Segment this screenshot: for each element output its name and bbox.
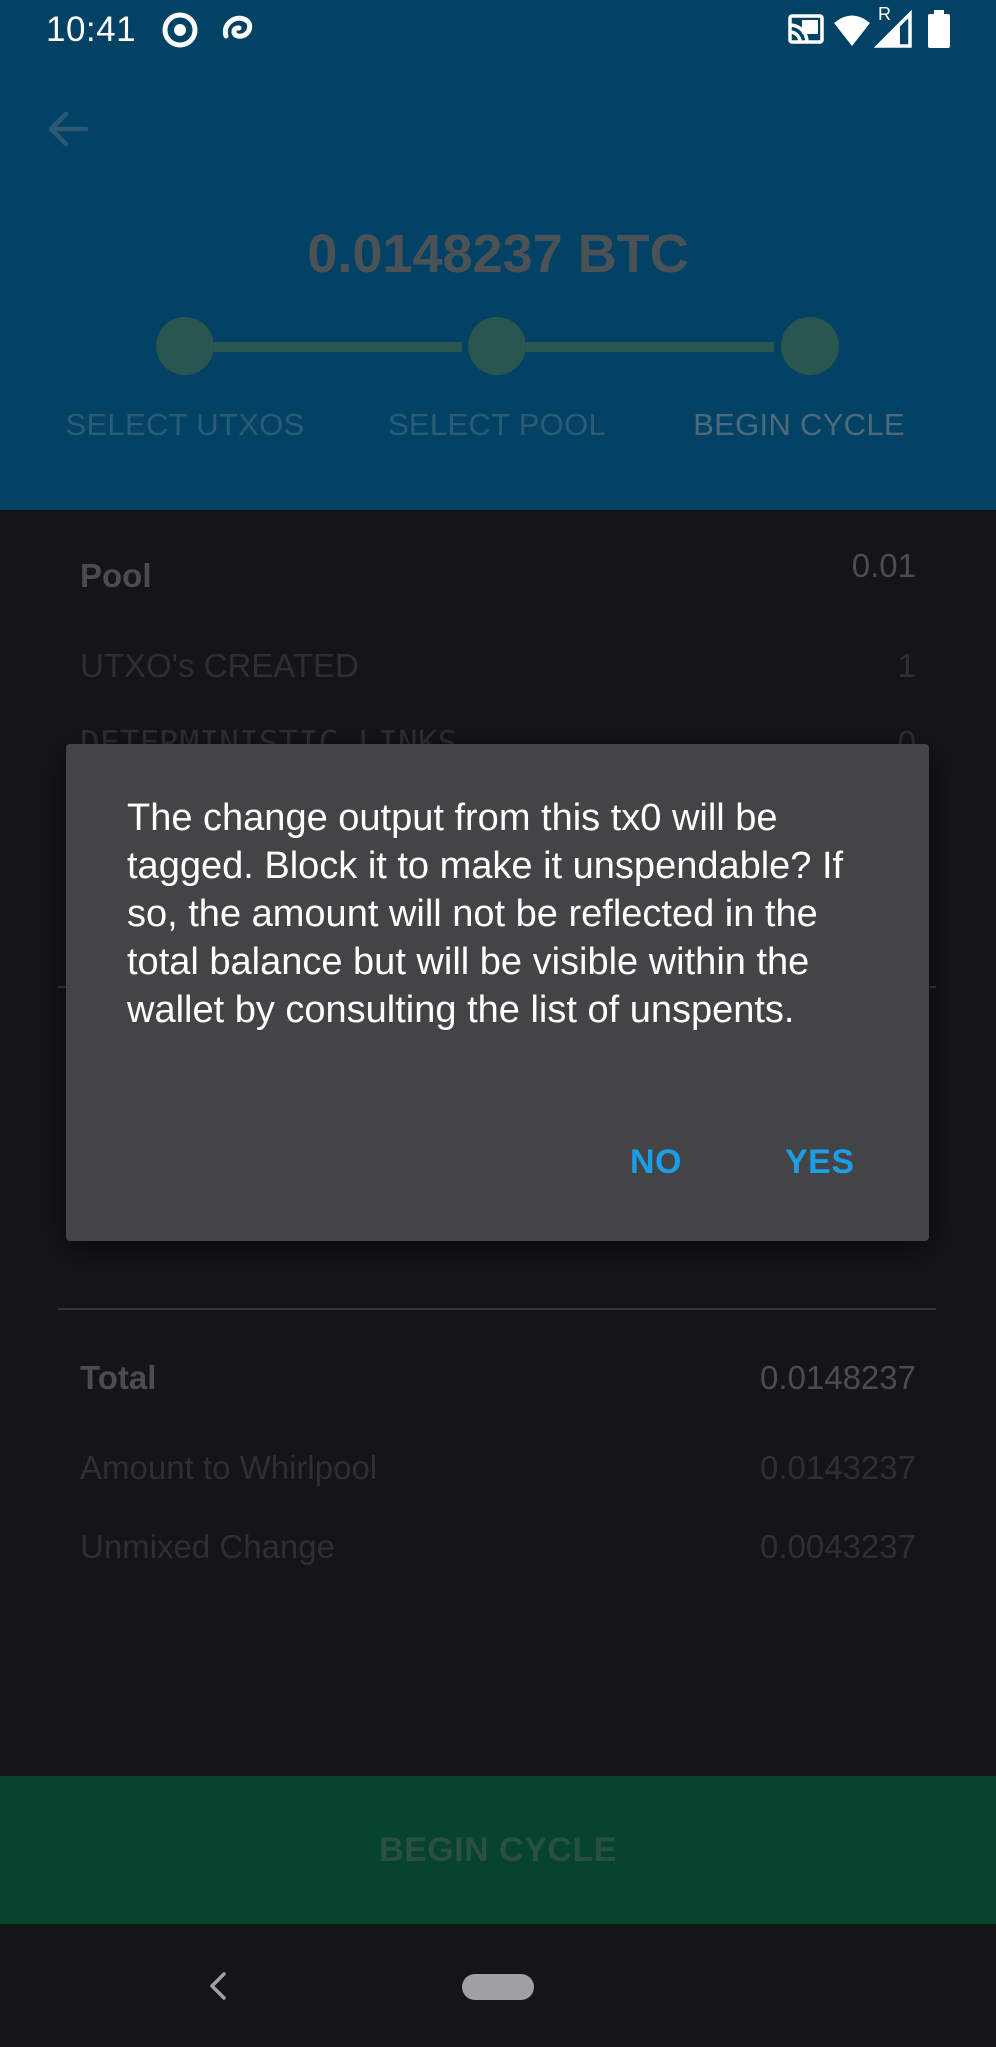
step-label: SELECT POOL [387,407,607,442]
cast-icon [786,10,826,55]
stepper-connector [214,342,462,352]
step-indicator [156,317,214,375]
total-label: Total [80,1359,157,1396]
roaming-label: R [878,4,891,24]
step-label: BEGIN CYCLE [693,407,905,442]
utxos-created-value: 1 [897,647,916,684]
battery-icon [926,10,952,55]
wifi-icon [832,10,872,55]
dialog-message: The change output from this tx0 will be … [127,797,844,1031]
yes-button[interactable]: YES [785,1136,855,1188]
back-arrow-icon[interactable] [46,106,92,157]
nav-home-pill[interactable] [462,1974,534,2000]
swirl-icon [218,10,258,55]
amount-to-whirlpool-label: Amount to Whirlpool [80,1449,378,1486]
step-indicator [468,317,526,375]
utxos-created-row: UTXO's CREATED 1 [80,641,916,691]
begin-cycle-label: BEGIN CYCLE [379,1831,617,1869]
no-button[interactable]: NO [630,1136,682,1188]
step-indicator [781,317,839,375]
status-bar: 10:41 R [0,0,996,64]
begin-cycle-button[interactable]: BEGIN CYCLE [0,1776,996,1924]
divider [58,1308,936,1310]
amount-to-whirlpool-value: 0.0143237 [760,1449,916,1486]
pool-row: Pool 0.01 [80,547,916,601]
unmixed-change-label: Unmixed Change [80,1528,335,1565]
confirm-dialog: The change output from this tx0 will be … [66,744,929,1241]
total-value: 0.0148237 [760,1359,916,1396]
amount-title: 0.0148237 BTC [307,224,689,284]
unmixed-change-value: 0.0043237 [760,1528,916,1565]
utxos-created-label: UTXO's CREATED [80,647,359,684]
pool-label: Pool [80,557,152,594]
unmixed-change-row: Unmixed Change 0.0043237 [80,1522,916,1572]
total-row: Total 0.0148237 [80,1353,916,1403]
navigation-bar [0,1924,996,2047]
signal-icon: R [873,4,914,55]
nav-back-icon[interactable] [204,1968,234,2009]
amount-to-whirlpool-row: Amount to Whirlpool 0.0143237 [80,1443,916,1493]
stepper-connector [526,342,774,352]
at-sign-icon [160,10,200,55]
step-label: SELECT UTXOS [65,407,305,442]
status-time: 10:41 [46,10,137,49]
pool-value: 0.01 [851,547,916,584]
